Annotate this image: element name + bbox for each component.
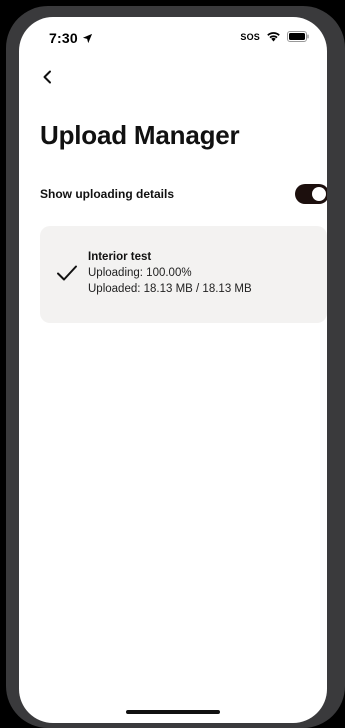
upload-name: Interior test: [88, 251, 152, 263]
upload-item-card: Interior test Uploading: 100.00% Uploade…: [40, 226, 327, 323]
wifi-icon: [266, 31, 281, 42]
battery-icon: [287, 31, 309, 42]
back-button[interactable]: [35, 67, 59, 91]
show-details-row: Show uploading details: [40, 183, 327, 205]
home-indicator[interactable]: [126, 710, 220, 714]
upload-size-text: Uploaded: 18.13 MB / 18.13 MB: [88, 283, 252, 295]
page-title: Upload Manager: [40, 120, 240, 150]
status-bar: 7:30 SOS: [19, 17, 327, 57]
status-time: 7:30: [49, 30, 78, 46]
location-arrow-icon: [82, 33, 93, 44]
sos-label: SOS: [240, 31, 260, 42]
status-time-group: 7:30: [49, 30, 93, 46]
show-details-label: Show uploading details: [40, 187, 175, 201]
device: 7:30 SOS Upload Manager Show uploading d…: [0, 0, 345, 728]
status-right-icons: SOS: [240, 31, 309, 42]
checkmark-icon: [56, 264, 78, 282]
upload-progress-text: Uploading: 100.00%: [88, 267, 192, 279]
upload-info: Interior test Uploading: 100.00% Uploade…: [88, 249, 252, 297]
toggle-knob: [312, 187, 326, 201]
show-details-toggle[interactable]: [295, 184, 327, 204]
chevron-left-icon: [42, 70, 52, 89]
screen: 7:30 SOS Upload Manager Show uploading d…: [19, 17, 327, 723]
